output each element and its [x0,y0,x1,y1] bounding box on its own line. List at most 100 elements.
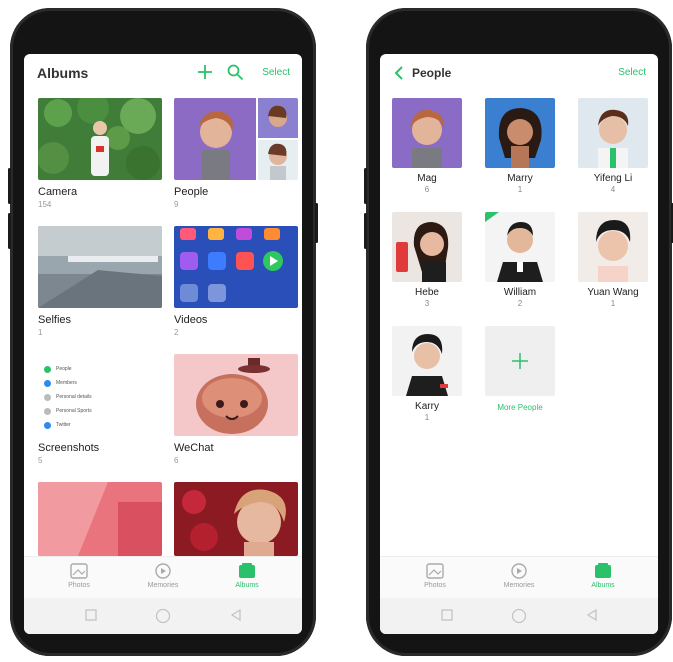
person-karry[interactable]: Karry 1 [387,326,467,422]
person-count: 1 [610,299,616,308]
tab-albums[interactable]: Albums [573,563,633,589]
album-thumbnail [174,354,298,436]
album-wechat[interactable]: WeChat 6 [174,354,298,465]
album-count: 9 [174,200,179,209]
person-count: 3 [424,299,430,308]
person-photo [392,212,462,282]
person-yifeng-li[interactable]: Yifeng Li 4 [573,98,653,194]
tab-photos[interactable]: Photos [405,563,465,589]
albums-icon [239,563,255,578]
tab-memories[interactable]: Memories [489,563,549,589]
tab-label: Photos [68,582,90,589]
album-count: 154 [38,200,52,209]
more-people-button[interactable]: More People [480,326,560,412]
album-people[interactable]: People 9 [174,98,298,209]
albums-icon [595,563,611,578]
person-name: Hebe [415,287,439,298]
people-screen: People Select Mag 6 Marry 1 Yifeng Li 4 [380,54,658,634]
people-header: People Select [380,54,658,92]
person-photo [392,98,462,168]
person-name: Yuan Wang [587,287,639,298]
tab-label: Memories [503,582,535,589]
person-count: 6 [424,185,430,194]
preview-text: People [56,366,72,372]
photos-icon [70,563,88,579]
person-name: Yifeng Li [593,173,633,184]
person-count: 4 [610,185,616,194]
album-partial[interactable] [174,482,298,556]
album-count: 1 [38,328,43,337]
album-name: WeChat [174,442,214,454]
volume-button [364,168,367,204]
person-name: Karry [415,401,439,412]
album-partial[interactable] [38,482,162,556]
home-icon[interactable] [511,608,527,624]
person-photo [485,98,555,168]
bottom-tab-bar: Photos Memories Albums [24,556,302,599]
add-icon[interactable] [196,63,214,81]
tab-photos[interactable]: Photos [49,563,109,589]
volume-button [8,213,11,249]
album-thumbnail [38,226,162,308]
person-name: William [503,287,537,298]
preview-dot [44,407,51,415]
back-nav-icon[interactable] [585,608,599,622]
tab-albums[interactable]: Albums [217,563,277,589]
person-photo [578,98,648,168]
person-count: 1 [517,185,523,194]
albums-header: Albums Select [24,54,302,92]
volume-button [8,168,11,204]
memories-icon [511,563,527,579]
album-thumbnail: People Members Personal details Personal… [38,354,162,436]
person-mag[interactable]: Mag 6 [387,98,467,194]
album-thumbnail [174,226,298,308]
plus-icon [512,353,528,369]
album-screenshots[interactable]: People Members Personal details Personal… [38,354,162,465]
select-button[interactable]: Select [262,67,290,78]
person-name: Marry [507,173,533,184]
back-nav-icon[interactable] [229,608,243,622]
preview-row: Twitter [44,418,154,432]
home-icon[interactable] [155,608,171,624]
album-name: Screenshots [38,442,100,454]
preview-row: Personal Sports [44,404,154,418]
select-button[interactable]: Select [618,67,646,78]
person-hebe[interactable]: Hebe 3 [387,212,467,308]
album-videos[interactable]: Videos 2 [174,226,298,337]
tab-label: Albums [235,582,259,589]
bottom-tab-bar: Photos Memories Albums [380,556,658,599]
phone-albums: Albums Select Camera 154 People 9 Selfie… [8,8,318,656]
preview-row: Personal details [44,390,154,404]
phone-people: People Select Mag 6 Marry 1 Yifeng Li 4 [364,8,673,656]
photos-icon [426,563,444,579]
person-william[interactable]: William 2 [480,212,560,308]
tab-memories[interactable]: Memories [133,563,193,589]
back-arrow-icon[interactable] [392,64,406,82]
person-photo [392,326,462,396]
recent-apps-icon[interactable] [84,608,98,622]
album-thumbnail [38,482,162,556]
album-camera[interactable]: Camera 154 [38,98,162,209]
search-icon[interactable] [226,63,244,81]
album-count: 2 [174,328,179,337]
person-marry[interactable]: Marry 1 [480,98,560,194]
power-button [315,203,318,243]
system-nav-bar [24,598,302,634]
tab-label: Photos [424,582,446,589]
album-selfies[interactable]: Selfies 1 [38,226,162,337]
person-photo [485,212,555,282]
tab-label: Albums [591,582,615,589]
preview-dot [44,393,51,401]
preview-dot [44,421,51,429]
preview-text: Personal details [56,394,92,400]
preview-dot [44,365,51,373]
album-name: Camera [38,186,78,198]
album-thumbnail [38,98,162,180]
album-count: 6 [174,456,179,465]
album-count: 5 [38,456,43,465]
person-yuan-wang[interactable]: Yuan Wang 1 [573,212,653,308]
more-people-label: More People [497,403,543,412]
screenshot-preview: People Members Personal details Personal… [44,362,154,432]
recent-apps-icon[interactable] [440,608,454,622]
more-people-tile [485,326,555,396]
